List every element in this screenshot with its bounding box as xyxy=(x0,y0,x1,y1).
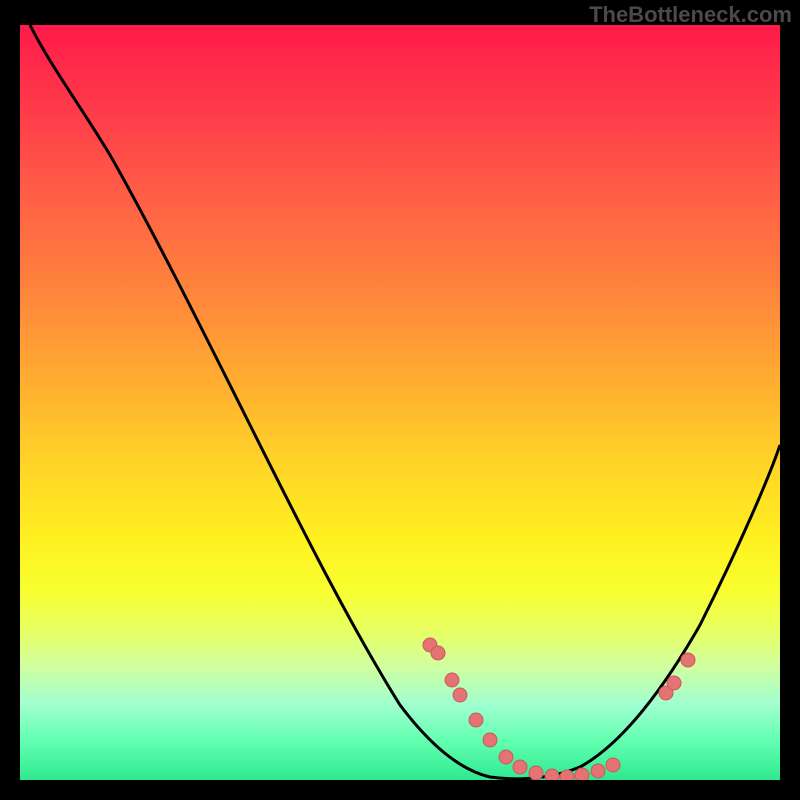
data-point xyxy=(431,646,445,660)
data-point xyxy=(513,760,527,774)
data-point xyxy=(483,733,497,747)
data-point xyxy=(445,673,459,687)
data-point xyxy=(453,688,467,702)
data-point xyxy=(606,758,620,772)
data-point xyxy=(667,676,681,690)
data-point xyxy=(591,764,605,778)
data-point xyxy=(681,653,695,667)
data-point xyxy=(499,750,513,764)
watermark-text: TheBottleneck.com xyxy=(589,2,792,28)
plot-area xyxy=(20,25,780,780)
bottleneck-curve xyxy=(30,25,780,779)
data-point xyxy=(529,766,543,780)
chart-svg xyxy=(20,25,780,780)
data-point xyxy=(560,770,574,780)
data-point xyxy=(575,768,589,780)
data-point xyxy=(469,713,483,727)
data-point xyxy=(545,769,559,780)
